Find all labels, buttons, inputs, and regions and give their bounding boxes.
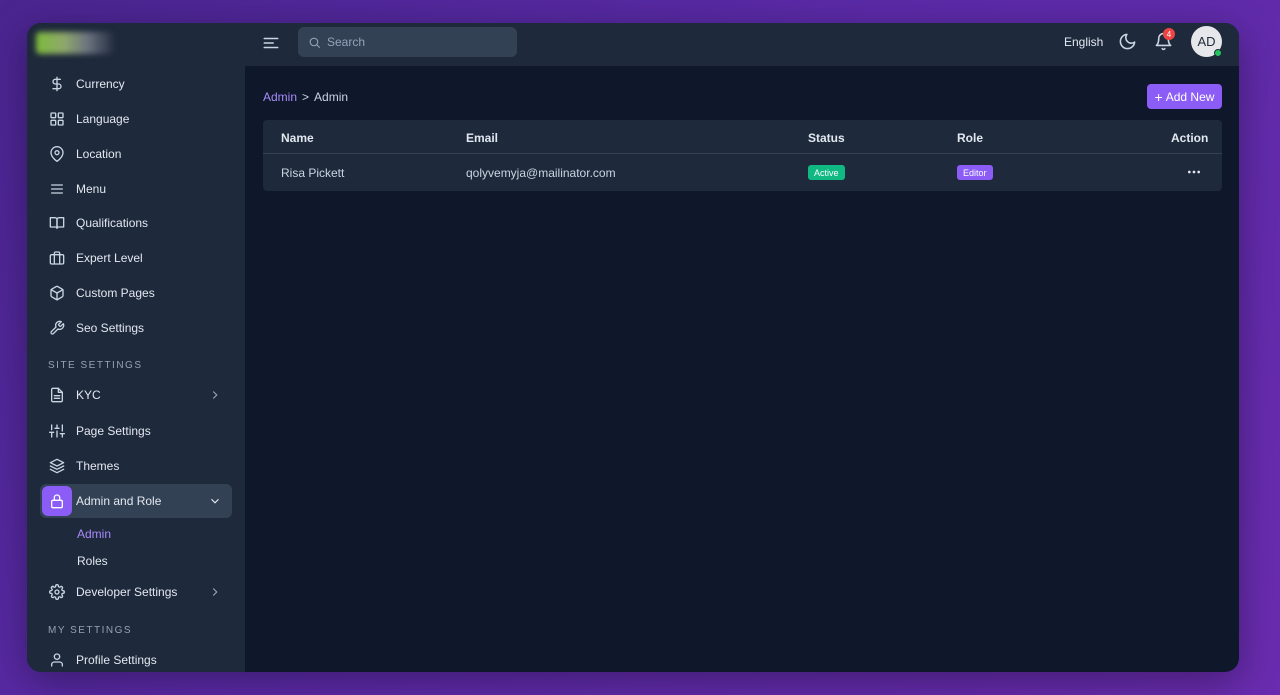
column-header-action: Action	[1171, 131, 1209, 145]
sidebar-item-currency[interactable]: Currency	[40, 67, 232, 101]
add-new-button[interactable]: + Add New	[1147, 84, 1222, 109]
breadcrumb-current: Admin	[314, 90, 349, 104]
sidebar-item-label: Page Settings	[76, 424, 151, 438]
logo[interactable]	[36, 32, 116, 54]
book-icon	[42, 208, 72, 238]
sidebar-item-expert-level[interactable]: Expert Level	[40, 241, 232, 275]
table-header: Name Email Status Role Action	[263, 120, 1222, 154]
sidebar-item-location[interactable]: Location	[40, 137, 232, 171]
dollar-icon	[42, 69, 72, 99]
sidebar-item-profile-settings[interactable]: Profile Settings	[40, 643, 232, 672]
sidebar-item-label: Custom Pages	[76, 286, 155, 300]
sidebar-item-custom-pages[interactable]: Custom Pages	[40, 276, 232, 310]
status-badge: Active	[808, 165, 845, 180]
column-header-name[interactable]: Name	[281, 131, 314, 145]
sidebar-item-label: Expert Level	[76, 251, 143, 265]
column-header-status[interactable]: Status	[808, 131, 845, 145]
wrench-icon	[42, 313, 72, 343]
search-icon	[309, 37, 320, 48]
online-status-dot	[1214, 49, 1222, 57]
sidebar-item-kyc[interactable]: KYC	[40, 378, 232, 412]
layers-icon	[42, 451, 72, 481]
sidebar-item-admin-and-role[interactable]: Admin and Role	[40, 484, 232, 518]
add-new-label: Add New	[1165, 89, 1215, 104]
menu-icon	[42, 174, 72, 204]
gear-icon	[42, 577, 72, 607]
breadcrumb-link-admin[interactable]: Admin	[263, 90, 297, 104]
language-selector[interactable]: English	[1064, 35, 1103, 49]
cell-name: Risa Pickett	[281, 166, 345, 180]
sidebar-subitem-roles[interactable]: Roles	[77, 554, 108, 568]
chevron-down-icon	[211, 498, 219, 504]
moon-icon[interactable]	[1118, 32, 1137, 51]
grid-icon	[42, 104, 72, 134]
chevron-right-icon	[212, 391, 218, 399]
sidebar-item-label: Location	[76, 147, 122, 161]
sidebar-item-label: Themes	[76, 459, 120, 473]
cell-email: qolyvemyja@mailinator.com	[466, 166, 616, 180]
map-pin-icon	[42, 139, 72, 169]
sidebar-item-label: Developer Settings	[76, 585, 178, 599]
sidebar: Currency Language Location Menu Qualific	[27, 23, 245, 672]
topbar: English 4 AD	[245, 23, 1239, 66]
column-header-role[interactable]: Role	[957, 131, 983, 145]
app-window: Currency Language Location Menu Qualific	[27, 23, 1239, 672]
sidebar-item-qualifications[interactable]: Qualifications	[40, 206, 232, 240]
briefcase-icon	[42, 243, 72, 273]
chevron-right-icon	[212, 588, 218, 596]
notification-count-badge: 4	[1163, 28, 1175, 40]
section-label-site-settings: SITE SETTINGS	[48, 360, 143, 371]
section-label-my-settings: MY SETTINGS	[48, 625, 133, 636]
sidebar-item-label: Admin and Role	[76, 494, 162, 508]
sidebar-item-label: Language	[76, 112, 130, 126]
search-box[interactable]	[298, 27, 517, 57]
sidebar-item-developer-settings[interactable]: Developer Settings	[40, 575, 232, 609]
role-badge: Editor	[957, 165, 993, 180]
lock-icon	[42, 486, 72, 516]
sliders-icon	[42, 416, 72, 446]
admin-table: Name Email Status Role Action Risa Picke…	[263, 120, 1222, 191]
sidebar-item-menu[interactable]: Menu	[40, 172, 232, 206]
box-icon	[42, 278, 72, 308]
sidebar-item-label: Seo Settings	[76, 321, 145, 335]
sidebar-item-label: Profile Settings	[76, 653, 157, 667]
sidebar-item-label: Menu	[76, 182, 107, 196]
sidebar-toggle-icon[interactable]	[262, 34, 280, 52]
sidebar-item-label: Qualifications	[76, 216, 149, 230]
sidebar-item-themes[interactable]: Themes	[40, 449, 232, 483]
plus-icon: +	[1154, 88, 1163, 105]
sidebar-item-label: Currency	[76, 77, 125, 91]
breadcrumb: Admin > Admin	[263, 90, 348, 104]
file-icon	[42, 380, 72, 410]
column-header-email[interactable]: Email	[466, 131, 498, 145]
sidebar-item-language[interactable]: Language	[40, 102, 232, 136]
more-actions-icon[interactable]	[1185, 164, 1203, 180]
sidebar-subitem-admin[interactable]: Admin	[77, 527, 111, 541]
sidebar-item-seo-settings[interactable]: Seo Settings	[40, 311, 232, 345]
breadcrumb-separator: >	[302, 90, 310, 104]
search-input[interactable]	[327, 35, 507, 49]
sidebar-item-page-settings[interactable]: Page Settings	[40, 414, 232, 448]
sidebar-item-label: KYC	[76, 388, 101, 402]
user-icon	[42, 645, 72, 672]
